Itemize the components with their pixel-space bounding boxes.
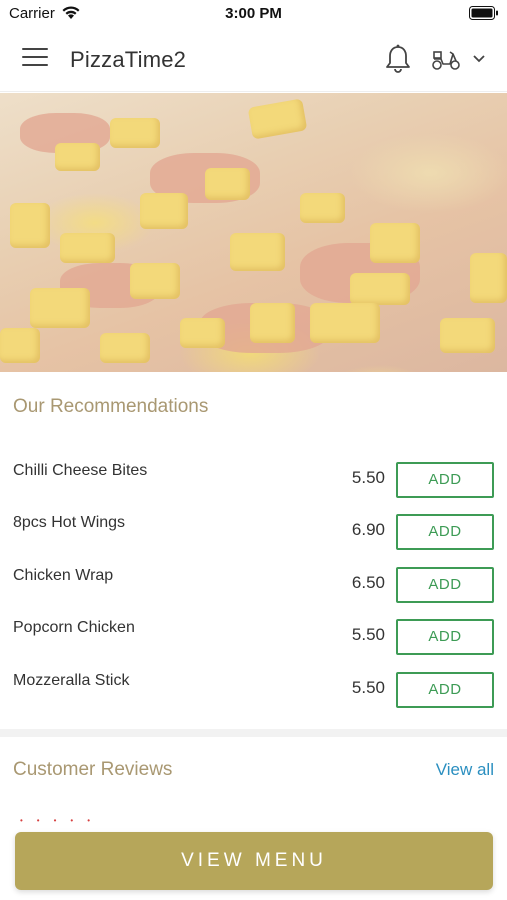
item-name: Chicken Wrap [13, 567, 114, 584]
status-time: 3:00 PM [225, 5, 282, 22]
recommendations-title: Our Recommendations [13, 396, 209, 417]
item-price: 5.50 [351, 625, 385, 644]
reviews-title: Customer Reviews [13, 759, 173, 780]
list-item: Chicken Wrap 6.50 ADD [0, 567, 507, 607]
menu-icon[interactable] [22, 48, 48, 70]
rating-stars-icon: ••••• [20, 816, 105, 825]
item-price: 5.50 [351, 468, 385, 487]
item-price: 5.50 [351, 678, 385, 697]
hero-image [0, 93, 507, 372]
add-button[interactable]: ADD [396, 462, 494, 498]
item-price: 6.50 [351, 573, 385, 592]
scooter-icon[interactable] [430, 46, 462, 77]
list-item: 8pcs Hot Wings 6.90 ADD [0, 514, 507, 554]
item-name: Popcorn Chicken [13, 619, 135, 636]
item-name: Mozzeralla Stick [13, 672, 130, 689]
view-menu-button[interactable]: VIEW MENU [15, 832, 493, 890]
item-price: 6.90 [351, 520, 385, 539]
list-item: Popcorn Chicken 5.50 ADD [0, 619, 507, 659]
app-title: PizzaTime2 [70, 47, 187, 72]
view-all-link[interactable]: View all [436, 760, 494, 780]
add-button[interactable]: ADD [396, 619, 494, 655]
bell-icon[interactable] [384, 44, 412, 79]
add-button[interactable]: ADD [396, 672, 494, 708]
list-item: Chilli Cheese Bites 5.50 ADD [0, 462, 507, 502]
battery-icon [469, 6, 499, 25]
list-item: Mozzeralla Stick 5.50 ADD [0, 672, 507, 712]
section-divider [0, 729, 507, 737]
chevron-down-icon[interactable] [472, 51, 486, 69]
add-button[interactable]: ADD [396, 514, 494, 550]
add-button[interactable]: ADD [396, 567, 494, 603]
app-header: PizzaTime2 [0, 28, 507, 92]
status-bar: Carrier 3:00 PM [0, 0, 507, 28]
item-name: 8pcs Hot Wings [13, 514, 126, 531]
item-name: Chilli Cheese Bites [13, 462, 148, 479]
